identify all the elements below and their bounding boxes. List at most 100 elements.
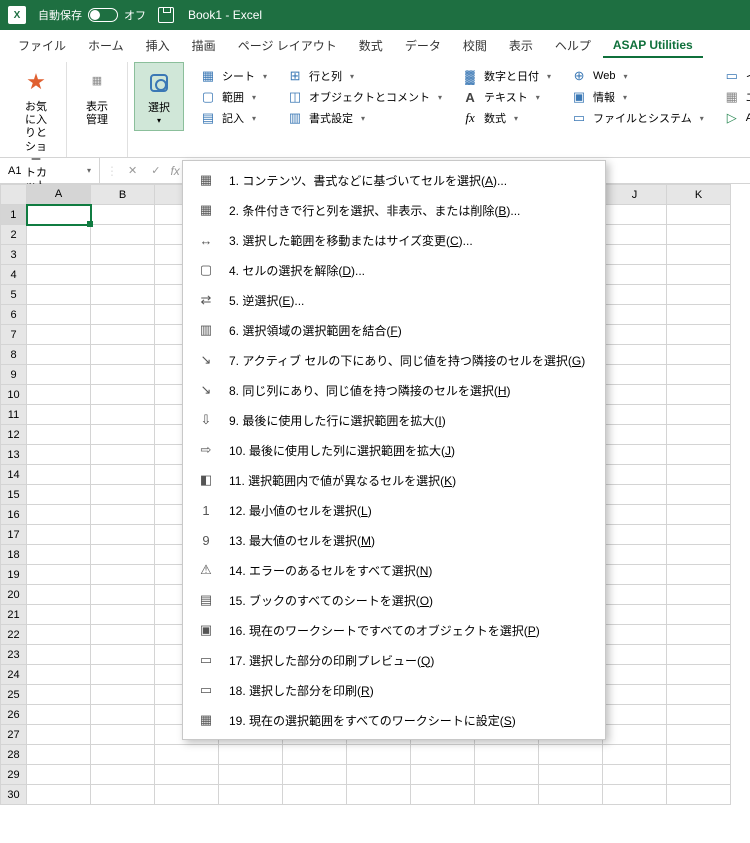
- row-header-24[interactable]: 24: [1, 665, 27, 685]
- row-header-18[interactable]: 18: [1, 545, 27, 565]
- cell-J2[interactable]: [603, 225, 667, 245]
- cell-K9[interactable]: [667, 365, 731, 385]
- cell-A10[interactable]: [27, 385, 91, 405]
- menu-item-10[interactable]: ⇨10. 最後に使用した列に選択範囲を拡大(J): [183, 435, 605, 465]
- menu-item-9[interactable]: ⇩9. 最後に使用した行に選択範囲を拡大(I): [183, 405, 605, 435]
- tab-insert[interactable]: 挿入: [136, 31, 180, 60]
- cell-J5[interactable]: [603, 285, 667, 305]
- cell-G29[interactable]: [411, 765, 475, 785]
- cell-A8[interactable]: [27, 345, 91, 365]
- menu-item-17[interactable]: ▭17. 選択した部分の印刷プレビュー(Q): [183, 645, 605, 675]
- numbers-dates-button[interactable]: 数字と日付▾: [458, 66, 555, 86]
- cell-B7[interactable]: [91, 325, 155, 345]
- column-header-B[interactable]: B: [91, 185, 155, 205]
- cell-J11[interactable]: [603, 405, 667, 425]
- cell-A14[interactable]: [27, 465, 91, 485]
- row-header-17[interactable]: 17: [1, 525, 27, 545]
- cell-B9[interactable]: [91, 365, 155, 385]
- cell-A13[interactable]: [27, 445, 91, 465]
- cell-B24[interactable]: [91, 665, 155, 685]
- cell-K15[interactable]: [667, 485, 731, 505]
- range-button[interactable]: 範囲▾: [196, 87, 271, 107]
- menu-item-6[interactable]: ▥6. 選択領域の選択範囲を結合(F): [183, 315, 605, 345]
- cell-H29[interactable]: [475, 765, 539, 785]
- cell-K3[interactable]: [667, 245, 731, 265]
- row-header-3[interactable]: 3: [1, 245, 27, 265]
- cell-B15[interactable]: [91, 485, 155, 505]
- row-header-10[interactable]: 10: [1, 385, 27, 405]
- fx-icon[interactable]: fx: [170, 164, 179, 178]
- cell-B14[interactable]: [91, 465, 155, 485]
- partial-button-3[interactable]: A: [720, 108, 750, 128]
- cell-E30[interactable]: [283, 785, 347, 805]
- cell-I28[interactable]: [539, 745, 603, 765]
- cell-J16[interactable]: [603, 505, 667, 525]
- row-header-28[interactable]: 28: [1, 745, 27, 765]
- cell-J27[interactable]: [603, 725, 667, 745]
- cell-K7[interactable]: [667, 325, 731, 345]
- fill-button[interactable]: 記入▾: [196, 108, 271, 128]
- row-header-2[interactable]: 2: [1, 225, 27, 245]
- cell-B21[interactable]: [91, 605, 155, 625]
- cell-A26[interactable]: [27, 705, 91, 725]
- menu-item-18[interactable]: ▭18. 選択した部分を印刷(R): [183, 675, 605, 705]
- row-header-4[interactable]: 4: [1, 265, 27, 285]
- cell-F30[interactable]: [347, 785, 411, 805]
- cell-K29[interactable]: [667, 765, 731, 785]
- tab-view[interactable]: 表示: [499, 31, 543, 60]
- cell-B4[interactable]: [91, 265, 155, 285]
- cell-E29[interactable]: [283, 765, 347, 785]
- cell-K17[interactable]: [667, 525, 731, 545]
- cell-C29[interactable]: [155, 765, 219, 785]
- tab-page-layout[interactable]: ページ レイアウト: [228, 31, 347, 60]
- cell-J22[interactable]: [603, 625, 667, 645]
- cell-K19[interactable]: [667, 565, 731, 585]
- cell-B23[interactable]: [91, 645, 155, 665]
- cell-J30[interactable]: [603, 785, 667, 805]
- cell-A3[interactable]: [27, 245, 91, 265]
- web-button[interactable]: Web▾: [567, 66, 708, 86]
- cell-J29[interactable]: [603, 765, 667, 785]
- cell-F28[interactable]: [347, 745, 411, 765]
- cell-J20[interactable]: [603, 585, 667, 605]
- cell-A6[interactable]: [27, 305, 91, 325]
- cell-B25[interactable]: [91, 685, 155, 705]
- cell-B29[interactable]: [91, 765, 155, 785]
- cell-A16[interactable]: [27, 505, 91, 525]
- row-header-29[interactable]: 29: [1, 765, 27, 785]
- confirm-formula-button[interactable]: ✓: [147, 164, 164, 177]
- cell-J6[interactable]: [603, 305, 667, 325]
- toggle-icon[interactable]: [88, 8, 118, 22]
- cell-J3[interactable]: [603, 245, 667, 265]
- cell-B20[interactable]: [91, 585, 155, 605]
- cell-I29[interactable]: [539, 765, 603, 785]
- cell-K8[interactable]: [667, 345, 731, 365]
- cell-F29[interactable]: [347, 765, 411, 785]
- cell-K27[interactable]: [667, 725, 731, 745]
- formula-button[interactable]: fx数式▾: [458, 108, 555, 128]
- cell-B13[interactable]: [91, 445, 155, 465]
- cell-K16[interactable]: [667, 505, 731, 525]
- menu-item-13[interactable]: 913. 最大値のセルを選択(M): [183, 525, 605, 555]
- cell-B10[interactable]: [91, 385, 155, 405]
- cell-B27[interactable]: [91, 725, 155, 745]
- row-header-27[interactable]: 27: [1, 725, 27, 745]
- cell-B12[interactable]: [91, 425, 155, 445]
- cell-J8[interactable]: [603, 345, 667, 365]
- row-header-6[interactable]: 6: [1, 305, 27, 325]
- cell-A11[interactable]: [27, 405, 91, 425]
- cell-A15[interactable]: [27, 485, 91, 505]
- menu-item-5[interactable]: ⇄5. 逆選択(E)...: [183, 285, 605, 315]
- cell-D30[interactable]: [219, 785, 283, 805]
- cell-D29[interactable]: [219, 765, 283, 785]
- row-header-9[interactable]: 9: [1, 365, 27, 385]
- file-system-button[interactable]: ファイルとシステム▾: [567, 108, 708, 128]
- info-button[interactable]: 情報▾: [567, 87, 708, 107]
- cell-J21[interactable]: [603, 605, 667, 625]
- cell-A19[interactable]: [27, 565, 91, 585]
- menu-item-8[interactable]: ↘8. 同じ列にあり、同じ値を持つ隣接のセルを選択(H): [183, 375, 605, 405]
- cell-K26[interactable]: [667, 705, 731, 725]
- tab-help[interactable]: ヘルプ: [545, 31, 601, 60]
- row-header-16[interactable]: 16: [1, 505, 27, 525]
- cell-A2[interactable]: [27, 225, 91, 245]
